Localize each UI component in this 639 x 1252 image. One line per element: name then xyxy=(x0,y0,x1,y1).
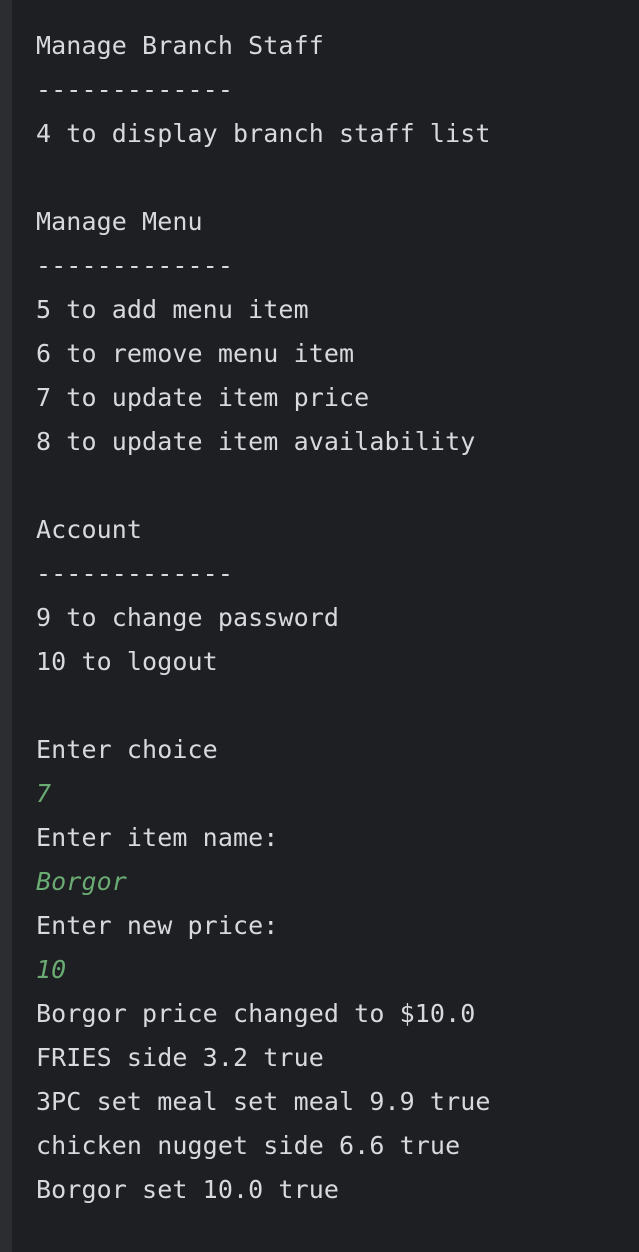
console-line: 7 to update item price xyxy=(36,383,370,412)
console-line: 6 to remove menu item xyxy=(36,339,355,368)
console-line: Manage Menu xyxy=(36,207,203,236)
console-line: Enter item name: xyxy=(36,823,279,852)
console-line: chicken nugget side 6.6 true xyxy=(36,1131,461,1160)
console-line: 5 to add menu item xyxy=(36,295,309,324)
console-line: 8 to update item availability xyxy=(36,427,476,456)
console-line: ------------- xyxy=(36,75,233,104)
console-user-input: 7 xyxy=(36,779,52,808)
console-line: ------------- xyxy=(36,559,233,588)
console-line: ------------- xyxy=(36,251,233,280)
console-user-input: 10 xyxy=(36,955,67,984)
console-line: 3PC set meal set meal 9.9 true xyxy=(36,1087,491,1116)
console-user-input: Borgor xyxy=(36,867,127,896)
console-line: Account xyxy=(36,515,143,544)
console-line: FRIES side 3.2 true xyxy=(36,1043,324,1072)
console-line: Enter choice xyxy=(36,735,218,764)
console-line: Borgor price changed to $10.0 xyxy=(36,999,476,1028)
console-line: 9 to change password xyxy=(36,603,340,632)
console-line: 10 to logout xyxy=(36,647,218,676)
console-gutter xyxy=(0,0,12,1252)
console-lines: Manage Branch Staff ------------- 4 to d… xyxy=(36,24,639,1212)
console-line: 4 to display branch staff list xyxy=(36,119,491,148)
console-line: Borgor set 10.0 true xyxy=(36,1175,340,1204)
run-console-output[interactable]: Manage Branch Staff ------------- 4 to d… xyxy=(0,0,639,1252)
console-line: Manage Branch Staff xyxy=(36,31,324,60)
console-line: Enter new price: xyxy=(36,911,279,940)
